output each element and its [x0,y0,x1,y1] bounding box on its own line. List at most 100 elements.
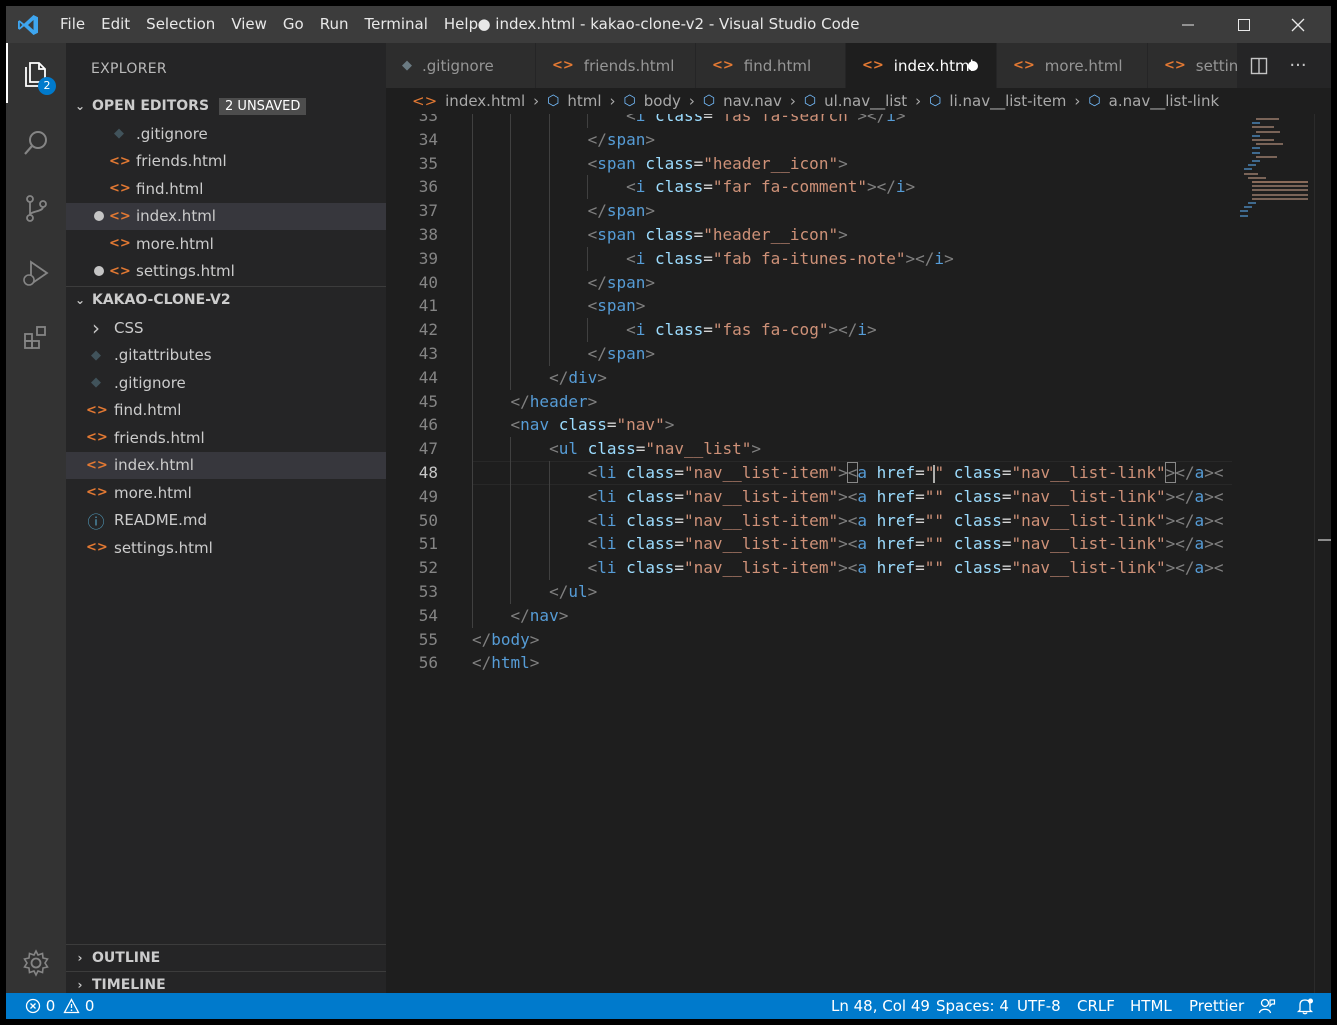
menu-run[interactable]: Run [312,6,357,43]
breadcrumb-item[interactable]: ⬡ li.nav__list-item › [929,92,1088,110]
tab-index-html[interactable]: <> index.html [846,43,997,88]
menu-go[interactable]: Go [275,6,312,43]
code-text: <i class="far fa-comment"></i> [472,175,1224,199]
outline-header[interactable]: › OUTLINE [66,945,386,971]
problems-indicator[interactable]: 0 0 [25,993,94,1019]
breadcrumb-item[interactable]: <> index.html › [412,92,547,110]
activity-extensions[interactable] [6,308,66,368]
file-item[interactable]: ◆ .gitattributes [66,342,386,369]
code-line[interactable]: 52 <li class="nav__list-item"><a href=""… [386,556,1331,581]
code-line[interactable]: 40 </span> [386,270,1331,295]
code-line[interactable]: 53 </ul> [386,580,1331,604]
activity-explorer[interactable]: 2 [6,43,66,103]
file-item[interactable]: <> find.html [66,397,386,424]
menu-file[interactable]: File [52,6,93,43]
code-line[interactable]: 45 </header> [386,389,1331,414]
file-item[interactable]: <> index.html [66,451,386,479]
code-token: = [693,153,704,173]
activity-source-control[interactable] [6,178,66,238]
code-line[interactable]: 43 </span> [386,342,1331,366]
code-token: a [1194,486,1205,506]
file-item[interactable]: <> friends.html [66,424,386,451]
project-folder-header[interactable]: ⌄ KAKAO-CLONE-V2 [66,287,386,313]
open-editor-item[interactable]: <> settings.html [66,258,386,285]
split-editor-button[interactable] [1241,43,1277,88]
language-mode[interactable]: HTML [1130,993,1172,1019]
cursor-position[interactable]: Ln 48, Col 49 [831,993,930,1019]
minimize-button[interactable] [1163,6,1213,43]
code-text: </span> [472,128,1224,152]
activity-manage[interactable] [6,933,66,993]
code-line[interactable]: 47 <ul class="nav__list"> [386,437,1331,462]
code-line[interactable]: 51 <li class="nav__list-item"><a href=""… [386,532,1331,557]
notifications-button[interactable] [1296,993,1314,1019]
unsaved-dot-icon[interactable] [94,266,104,276]
formatter[interactable]: Prettier [1189,993,1244,1019]
breadcrumb-item[interactable]: ⬡ html › [547,92,623,110]
menu-edit[interactable]: Edit [93,6,138,43]
menu-selection[interactable]: Selection [138,6,223,43]
open-editor-item[interactable]: <> more.html [66,230,386,257]
breadcrumb-item[interactable]: ⬡ ul.nav__list › [804,92,929,110]
code-line[interactable]: 44 </div> [386,365,1331,390]
tab-setting[interactable]: <> setting [1148,43,1238,88]
code-line[interactable]: 37 </span> [386,199,1331,224]
code-line[interactable]: 39 <i class="fab fa-itunes-note"></i> [386,246,1331,271]
code-line[interactable]: 35 <span class="header__icon"> [386,151,1331,176]
code-token: = [674,510,684,530]
code-line[interactable]: 36 <i class="far fa-comment"></i> [386,175,1331,200]
code-line[interactable]: 33 <i class="fas fa-search"></i> [386,114,1331,128]
encoding[interactable]: UTF-8 [1017,993,1061,1019]
menu-view[interactable]: View [223,6,275,43]
minimap[interactable] [1234,114,1314,234]
code-line[interactable]: 42 <i class="fas fa-cog"></i> [386,318,1331,343]
code-line[interactable]: 56 </html> [386,651,1331,675]
breadcrumb-item[interactable]: ⬡ a.nav__list-link [1088,92,1219,110]
tab-find-html[interactable]: <> find.html [696,43,846,88]
more-actions-button[interactable]: ··· [1280,43,1316,88]
activity-search[interactable] [6,113,66,173]
code-line[interactable]: 48 <li class="nav__list-item"><a href=""… [386,461,1331,485]
close-window-button[interactable] [1273,6,1323,43]
open-editors-header[interactable]: ⌄ OPEN EDITORS 2 UNSAVED [66,93,386,119]
code-token: span [606,344,646,363]
code-line[interactable]: 34 </span> [386,127,1331,152]
vertical-scrollbar[interactable] [1314,114,1315,993]
activity-run-debug[interactable] [6,243,66,303]
file-item[interactable]: ⓘ README.md [66,507,386,534]
tab-label: .gitignore [422,56,494,75]
line-ending[interactable]: CRLF [1077,993,1115,1019]
code-line[interactable]: 46 <nav class="nav"> [386,413,1331,438]
code-token: < [626,114,636,125]
code-token: ></ [1204,486,1224,506]
feedback-button[interactable] [1258,993,1276,1019]
open-editor-item[interactable]: ◆ .gitignore [66,120,386,147]
indentation[interactable]: Spaces: 4 [936,993,1009,1019]
minimap-line [1252,160,1260,162]
code-line[interactable]: 38 <span class="header__icon"> [386,223,1331,247]
tab--gitignore[interactable]: ◆ .gitignore [386,43,536,88]
code-line[interactable]: 49 <li class="nav__list-item"><a href=""… [386,484,1331,509]
file-item[interactable]: ◆ .gitignore [66,369,386,396]
code-line[interactable]: 55 </body> [386,628,1331,652]
tab-more-html[interactable]: <> more.html [997,43,1148,88]
code-line[interactable]: 54 </nav> [386,603,1331,628]
open-editor-item[interactable]: <> friends.html [66,148,386,175]
file-item[interactable]: <> settings.html [66,534,386,561]
tab-friends-html[interactable]: <> friends.html [536,43,696,88]
code-line[interactable]: 41 <span> [386,294,1331,319]
unsaved-dot-icon[interactable] [968,61,978,71]
maximize-button[interactable] [1219,6,1269,43]
file-item[interactable]: <> more.html [66,479,386,506]
unsaved-dot-icon[interactable] [94,211,104,221]
menu-help[interactable]: Help [436,6,486,43]
folder-item[interactable]: › CSS [66,314,386,341]
code-line[interactable]: 50 <li class="nav__list-item"><a href=""… [386,508,1331,533]
open-editor-item[interactable]: <> find.html [66,175,386,202]
code-editor[interactable]: 33 <i class="fas fa-search"></i> 34 </spa… [386,114,1331,993]
breadcrumb-item[interactable]: ⬡ nav.nav › [703,92,804,110]
open-editor-item[interactable]: <> index.html [66,202,386,230]
html-file-icon: <> [86,457,108,473]
breadcrumb-item[interactable]: ⬡ body › [624,92,703,110]
menu-terminal[interactable]: Terminal [357,6,436,43]
